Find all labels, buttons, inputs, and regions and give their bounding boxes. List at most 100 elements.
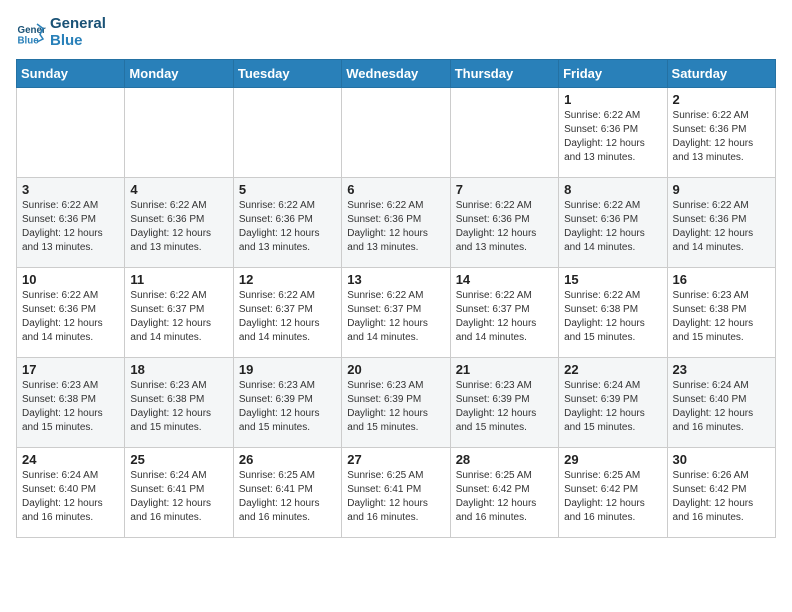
calendar-cell: 8Sunrise: 6:22 AM Sunset: 6:36 PM Daylig… xyxy=(559,178,667,268)
calendar-week-row: 1 Sunrise: 6:22 AM Sunset: 6:36 PM Daylig… xyxy=(17,88,776,178)
day-info: Sunrise: 6:26 AM Sunset: 6:42 PM Dayligh… xyxy=(673,469,770,525)
calendar-cell: 5Sunrise: 6:22 AM Sunset: 6:36 PM Daylig… xyxy=(233,178,341,268)
calendar-header-row: SundayMondayTuesdayWednesdayThursdayFrid… xyxy=(17,60,776,88)
day-number: 27 xyxy=(347,452,444,467)
day-number: 29 xyxy=(564,452,661,467)
weekday-header: Saturday xyxy=(667,60,775,88)
calendar-cell: 1 Sunrise: 6:22 AM Sunset: 6:36 PM Daylig… xyxy=(559,88,667,178)
calendar-cell xyxy=(342,88,450,178)
day-number: 21 xyxy=(456,362,553,377)
day-number: 16 xyxy=(673,272,770,287)
day-info: Sunrise: 6:22 AM Sunset: 6:37 PM Dayligh… xyxy=(347,289,444,345)
day-info: Sunrise: 6:23 AM Sunset: 6:39 PM Dayligh… xyxy=(239,379,336,435)
weekday-header: Sunday xyxy=(17,60,125,88)
svg-text:Blue: Blue xyxy=(18,35,40,46)
calendar-cell: 11 Sunrise: 6:22 AM Sunset: 6:37 PM Dayli… xyxy=(125,268,233,358)
day-number: 28 xyxy=(456,452,553,467)
day-number: 23 xyxy=(673,362,770,377)
page-header: General Blue General Blue xyxy=(16,16,776,49)
logo-text-blue: Blue xyxy=(50,33,106,50)
calendar-cell: 3 Sunrise: 6:22 AM Sunset: 6:36 PM Daylig… xyxy=(17,178,125,268)
calendar-cell: 14 Sunrise: 6:22 AM Sunset: 6:37 PM Dayli… xyxy=(450,268,558,358)
day-number: 2 xyxy=(673,92,770,107)
calendar-table: SundayMondayTuesdayWednesdayThursdayFrid… xyxy=(16,59,776,538)
day-info: Sunrise: 6:25 AM Sunset: 6:42 PM Dayligh… xyxy=(456,469,553,525)
calendar-week-row: 3 Sunrise: 6:22 AM Sunset: 6:36 PM Daylig… xyxy=(17,178,776,268)
day-number: 14 xyxy=(456,272,553,287)
day-info: Sunrise: 6:22 AM Sunset: 6:36 PM Dayligh… xyxy=(347,199,444,255)
day-info: Sunrise: 6:23 AM Sunset: 6:38 PM Dayligh… xyxy=(130,379,227,435)
day-number: 18 xyxy=(130,362,227,377)
calendar-cell: 25 Sunrise: 6:24 AM Sunset: 6:41 PM Dayli… xyxy=(125,448,233,538)
day-info: Sunrise: 6:23 AM Sunset: 6:38 PM Dayligh… xyxy=(673,289,770,345)
day-info: Sunrise: 6:23 AM Sunset: 6:39 PM Dayligh… xyxy=(347,379,444,435)
day-number: 11 xyxy=(130,272,227,287)
calendar-cell: 24 Sunrise: 6:24 AM Sunset: 6:40 PM Dayli… xyxy=(17,448,125,538)
day-info: Sunrise: 6:22 AM Sunset: 6:36 PM Dayligh… xyxy=(673,109,770,165)
day-info: Sunrise: 6:24 AM Sunset: 6:39 PM Dayligh… xyxy=(564,379,661,435)
day-info: Sunrise: 6:22 AM Sunset: 6:36 PM Dayligh… xyxy=(22,199,119,255)
logo: General Blue General Blue xyxy=(16,16,106,49)
calendar-cell: 26 Sunrise: 6:25 AM Sunset: 6:41 PM Dayli… xyxy=(233,448,341,538)
weekday-header: Tuesday xyxy=(233,60,341,88)
calendar-cell: 28 Sunrise: 6:25 AM Sunset: 6:42 PM Dayli… xyxy=(450,448,558,538)
day-info: Sunrise: 6:22 AM Sunset: 6:37 PM Dayligh… xyxy=(239,289,336,345)
calendar-cell: 17Sunrise: 6:23 AM Sunset: 6:38 PM Dayli… xyxy=(17,358,125,448)
calendar-cell: 29 Sunrise: 6:25 AM Sunset: 6:42 PM Dayli… xyxy=(559,448,667,538)
weekday-header: Thursday xyxy=(450,60,558,88)
day-info: Sunrise: 6:25 AM Sunset: 6:41 PM Dayligh… xyxy=(347,469,444,525)
day-info: Sunrise: 6:25 AM Sunset: 6:42 PM Dayligh… xyxy=(564,469,661,525)
day-number: 12 xyxy=(239,272,336,287)
day-number: 24 xyxy=(22,452,119,467)
calendar-cell: 12 Sunrise: 6:22 AM Sunset: 6:37 PM Dayli… xyxy=(233,268,341,358)
weekday-header: Wednesday xyxy=(342,60,450,88)
calendar-cell: 9Sunrise: 6:22 AM Sunset: 6:36 PM Daylig… xyxy=(667,178,775,268)
calendar-cell: 16 Sunrise: 6:23 AM Sunset: 6:38 PM Dayli… xyxy=(667,268,775,358)
calendar-cell: 2 Sunrise: 6:22 AM Sunset: 6:36 PM Daylig… xyxy=(667,88,775,178)
day-number: 20 xyxy=(347,362,444,377)
calendar-cell xyxy=(450,88,558,178)
calendar-week-row: 10 Sunrise: 6:22 AM Sunset: 6:36 PM Dayli… xyxy=(17,268,776,358)
day-number: 3 xyxy=(22,182,119,197)
day-info: Sunrise: 6:22 AM Sunset: 6:36 PM Dayligh… xyxy=(673,199,770,255)
calendar-cell: 27 Sunrise: 6:25 AM Sunset: 6:41 PM Dayli… xyxy=(342,448,450,538)
day-number: 22 xyxy=(564,362,661,377)
day-info: Sunrise: 6:22 AM Sunset: 6:36 PM Dayligh… xyxy=(22,289,119,345)
day-info: Sunrise: 6:22 AM Sunset: 6:37 PM Dayligh… xyxy=(130,289,227,345)
calendar-cell xyxy=(125,88,233,178)
logo-text-general: General xyxy=(50,16,106,33)
day-info: Sunrise: 6:22 AM Sunset: 6:36 PM Dayligh… xyxy=(564,199,661,255)
day-number: 1 xyxy=(564,92,661,107)
calendar-cell xyxy=(233,88,341,178)
logo-icon: General Blue xyxy=(16,18,46,48)
day-info: Sunrise: 6:22 AM Sunset: 6:37 PM Dayligh… xyxy=(456,289,553,345)
calendar-cell: 21 Sunrise: 6:23 AM Sunset: 6:39 PM Dayli… xyxy=(450,358,558,448)
day-info: Sunrise: 6:25 AM Sunset: 6:41 PM Dayligh… xyxy=(239,469,336,525)
calendar-cell: 23 Sunrise: 6:24 AM Sunset: 6:40 PM Dayli… xyxy=(667,358,775,448)
weekday-header: Friday xyxy=(559,60,667,88)
day-number: 10 xyxy=(22,272,119,287)
day-info: Sunrise: 6:24 AM Sunset: 6:41 PM Dayligh… xyxy=(130,469,227,525)
day-info: Sunrise: 6:24 AM Sunset: 6:40 PM Dayligh… xyxy=(22,469,119,525)
calendar-cell: 4 Sunrise: 6:22 AM Sunset: 6:36 PM Daylig… xyxy=(125,178,233,268)
day-number: 4 xyxy=(130,182,227,197)
day-number: 25 xyxy=(130,452,227,467)
calendar-cell: 22 Sunrise: 6:24 AM Sunset: 6:39 PM Dayli… xyxy=(559,358,667,448)
weekday-header: Monday xyxy=(125,60,233,88)
day-info: Sunrise: 6:22 AM Sunset: 6:38 PM Dayligh… xyxy=(564,289,661,345)
calendar-cell: 20 Sunrise: 6:23 AM Sunset: 6:39 PM Dayli… xyxy=(342,358,450,448)
calendar-week-row: 24 Sunrise: 6:24 AM Sunset: 6:40 PM Dayli… xyxy=(17,448,776,538)
calendar-cell: 18 Sunrise: 6:23 AM Sunset: 6:38 PM Dayli… xyxy=(125,358,233,448)
calendar-cell: 6Sunrise: 6:22 AM Sunset: 6:36 PM Daylig… xyxy=(342,178,450,268)
day-info: Sunrise: 6:23 AM Sunset: 6:38 PM Dayligh… xyxy=(22,379,119,435)
day-info: Sunrise: 6:22 AM Sunset: 6:36 PM Dayligh… xyxy=(564,109,661,165)
calendar-cell: 13 Sunrise: 6:22 AM Sunset: 6:37 PM Dayli… xyxy=(342,268,450,358)
day-info: Sunrise: 6:22 AM Sunset: 6:36 PM Dayligh… xyxy=(130,199,227,255)
day-number: 19 xyxy=(239,362,336,377)
calendar-cell: 15Sunrise: 6:22 AM Sunset: 6:38 PM Dayli… xyxy=(559,268,667,358)
day-number: 13 xyxy=(347,272,444,287)
day-number: 26 xyxy=(239,452,336,467)
day-info: Sunrise: 6:23 AM Sunset: 6:39 PM Dayligh… xyxy=(456,379,553,435)
day-info: Sunrise: 6:24 AM Sunset: 6:40 PM Dayligh… xyxy=(673,379,770,435)
calendar-cell: 30Sunrise: 6:26 AM Sunset: 6:42 PM Dayli… xyxy=(667,448,775,538)
